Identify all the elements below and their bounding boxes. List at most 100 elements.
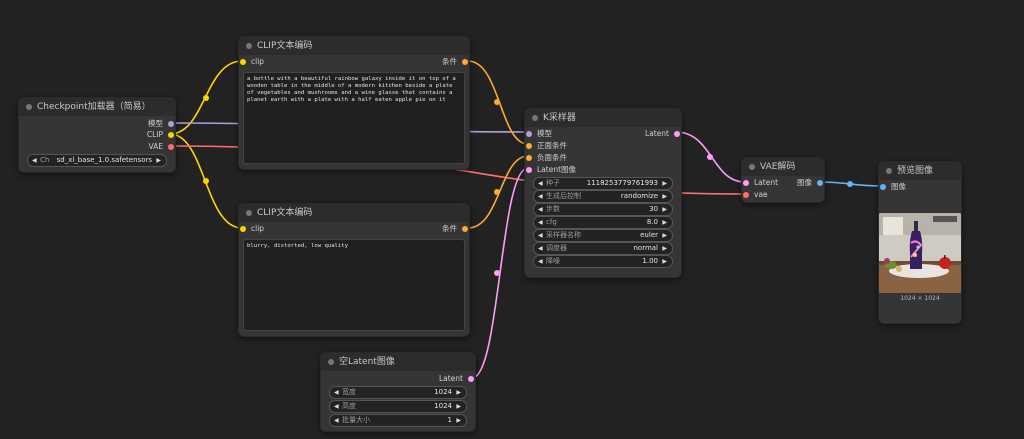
arrow-left-icon[interactable]: ◀ [32,155,37,166]
node-header[interactable]: K采样器 [525,109,681,127]
input-model[interactable]: 模型 [526,129,552,139]
arrow-left-icon[interactable]: ◀ [538,178,543,189]
scheduler-widget[interactable]: ◀ 调度器 normal ▶ [533,242,673,255]
vae-decode-node[interactable]: VAE解码 Latent vae 图像 [741,157,825,203]
steps-widget[interactable]: ◀ 步数 30 ▶ [533,203,673,216]
arrow-left-icon[interactable]: ◀ [538,243,543,254]
output-latent[interactable]: Latent [645,129,680,139]
collapse-dot-icon[interactable] [328,359,334,365]
node-header[interactable]: CLIP文本编码 [239,37,469,55]
preview-image-node[interactable]: 预览图像 图像 1024 × 1024 [878,161,962,324]
arrow-right-icon[interactable]: ▶ [662,256,667,267]
pin-icon[interactable] [880,184,886,190]
input-positive[interactable]: 正面条件 [526,141,567,151]
empty-latent-node[interactable]: 空Latent图像 Latent ◀ 宽度 1024 ▶ ◀ 高度 1024 ▶ ◀ 批量大小… [320,352,476,432]
input-clip[interactable]: clip [240,57,264,67]
denoise-widget[interactable]: ◀ 降噪 1.00 ▶ [533,255,673,268]
node-title: 预览图像 [897,166,934,176]
arrow-right-icon[interactable]: ▶ [456,401,461,412]
arrow-right-icon[interactable]: ▶ [662,243,667,254]
cfg-widget[interactable]: ◀ cfg 8.0 ▶ [533,216,673,229]
pin-icon[interactable] [462,226,468,232]
collapse-dot-icon[interactable] [246,43,252,49]
pin-icon[interactable] [526,167,532,173]
pin-icon[interactable] [526,143,532,149]
collapse-dot-icon[interactable] [749,164,755,170]
link-layer [169,60,883,379]
collapse-dot-icon[interactable] [886,168,892,174]
node-header[interactable]: 预览图像 [879,162,961,180]
arrow-left-icon[interactable]: ◀ [334,401,339,412]
arrow-right-icon[interactable]: ▶ [662,204,667,215]
output-clip[interactable]: CLIP [147,130,174,140]
node-header[interactable]: 空Latent图像 [321,353,475,371]
pin-icon[interactable] [462,59,468,65]
generated-image[interactable] [879,213,961,293]
generated-image-graphic [879,213,961,293]
arrow-right-icon[interactable]: ▶ [662,217,667,228]
seed-widget[interactable]: ◀ 种子 1118253779761993 ▶ [533,177,673,190]
pin-icon[interactable] [743,180,749,186]
prompt-textarea[interactable]: a bottle with a beautiful rainbow galaxy… [243,72,465,164]
output-conditioning[interactable]: 条件 [442,57,468,67]
clip-text-encode-positive-node[interactable]: CLIP文本编码 clip 条件 a bottle with a beautif… [238,36,470,170]
height-widget[interactable]: ◀ 高度 1024 ▶ [329,400,467,413]
pin-icon[interactable] [674,131,680,137]
node-header[interactable]: VAE解码 [742,158,824,176]
input-image[interactable]: 图像 [880,182,906,192]
pin-icon[interactable] [240,226,246,232]
pin-icon[interactable] [743,192,749,198]
checkpoint-loader-node[interactable]: Checkpoint加载器（简易） 模型 CLIP VAE ◀ Ch sd_xl… [18,97,176,173]
node-title: CLIP文本编码 [257,41,313,51]
node-title: K采样器 [543,113,576,123]
pin-icon[interactable] [526,155,532,161]
arrow-left-icon[interactable]: ◀ [334,387,339,398]
pin-icon[interactable] [240,59,246,65]
width-widget[interactable]: ◀ 宽度 1024 ▶ [329,386,467,399]
output-image[interactable]: 图像 [797,178,823,188]
pin-icon[interactable] [468,376,474,382]
output-vae[interactable]: VAE [148,142,174,152]
batch-size-widget[interactable]: ◀ 批量大小 1 ▶ [329,414,467,427]
node-title: VAE解码 [760,162,796,172]
prompt-textarea[interactable]: blurry, distorted, low quality [243,239,465,331]
arrow-left-icon[interactable]: ◀ [538,217,543,228]
collapse-dot-icon[interactable] [532,115,538,121]
arrow-right-icon[interactable]: ▶ [662,230,667,241]
pin-icon[interactable] [168,121,174,127]
input-latent-image[interactable]: Latent图像 [526,165,576,175]
collapse-dot-icon[interactable] [246,210,252,216]
arrow-left-icon[interactable]: ◀ [538,256,543,267]
output-latent[interactable]: Latent [439,374,474,384]
arrow-left-icon[interactable]: ◀ [538,191,543,202]
arrow-left-icon[interactable]: ◀ [334,415,339,426]
node-title: CLIP文本编码 [257,208,313,218]
ksampler-node[interactable]: K采样器 模型 正面条件 负面条件 Latent图像 Latent ◀ 种子 111… [524,108,682,278]
arrow-right-icon[interactable]: ▶ [662,191,667,202]
output-conditioning[interactable]: 条件 [442,224,468,234]
clip-text-encode-negative-node[interactable]: CLIP文本编码 clip 条件 blurry, distorted, low … [238,203,470,337]
arrow-left-icon[interactable]: ◀ [538,230,543,241]
control-after-generate-widget[interactable]: ◀ 生成后控制 randomize ▶ [533,190,673,203]
node-header[interactable]: CLIP文本编码 [239,204,469,222]
node-header[interactable]: Checkpoint加载器（简易） [19,98,175,116]
input-latent[interactable]: Latent [743,178,778,188]
input-negative[interactable]: 负面条件 [526,153,567,163]
pin-icon[interactable] [168,132,174,138]
pin-icon[interactable] [168,144,174,150]
output-model[interactable]: 模型 [148,119,174,129]
arrow-right-icon[interactable]: ▶ [456,415,461,426]
arrow-right-icon[interactable]: ▶ [156,155,161,166]
ckpt-name-combo[interactable]: ◀ Ch sd_xl_base_1.0.safetensors ▶ [27,154,167,167]
image-size-label: 1024 × 1024 [900,295,940,302]
input-vae[interactable]: vae [743,190,768,200]
pin-icon[interactable] [526,131,532,137]
node-title: Checkpoint加载器（简易） [37,102,151,112]
collapse-dot-icon[interactable] [26,104,32,110]
arrow-right-icon[interactable]: ▶ [456,387,461,398]
input-clip[interactable]: clip [240,224,264,234]
arrow-right-icon[interactable]: ▶ [662,178,667,189]
pin-icon[interactable] [817,180,823,186]
arrow-left-icon[interactable]: ◀ [538,204,543,215]
sampler-name-widget[interactable]: ◀ 采样器名称 euler ▶ [533,229,673,242]
